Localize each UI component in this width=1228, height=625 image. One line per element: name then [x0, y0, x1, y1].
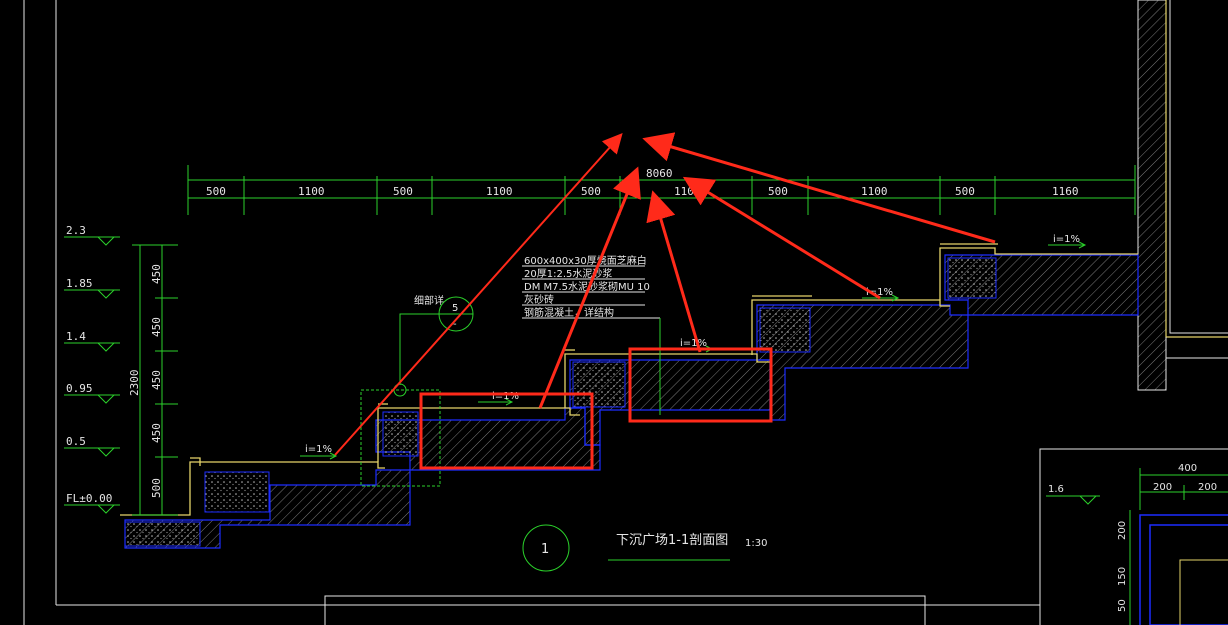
- section-title: 下沉广场1-1剖面图: [616, 533, 728, 548]
- vdim-4: 450: [150, 423, 163, 443]
- dim-seg-7: 500: [768, 185, 788, 198]
- vdim-3: 450: [150, 370, 163, 390]
- cad-section-drawing: 8060 500 1100 500 1100 500 1100 500 1100…: [23, 0, 1228, 625]
- dim-seg-5: 500: [581, 185, 601, 198]
- elevation-fl: FL±0.00: [66, 492, 112, 505]
- total-dimension: 8060: [646, 167, 673, 180]
- slope-label-5: i=1%: [1053, 234, 1080, 245]
- right-vdim-3: 50: [1117, 599, 1128, 612]
- vdim-5: 500: [150, 478, 163, 498]
- dim-seg-9: 500: [955, 185, 975, 198]
- dim-seg-3: 500: [393, 185, 413, 198]
- right-top-dim: 400: [1178, 463, 1197, 474]
- elevation-0.95: 0.95: [66, 382, 93, 395]
- dim-seg-2: 1100: [298, 185, 325, 198]
- arrow-3: [646, 190, 702, 353]
- callout-line-4: 灰砂砖: [524, 293, 554, 306]
- vertical-total: 2300: [128, 370, 141, 397]
- elevation-1.4: 1.4: [66, 330, 86, 343]
- elevation-0.5: 0.5: [66, 435, 86, 448]
- detail-note: 细部详: [414, 294, 444, 307]
- elevation-2.3: 2.3: [66, 224, 86, 237]
- detail-bubble-top: 5: [452, 303, 458, 314]
- slope-label-1: i=1%: [305, 444, 332, 455]
- callout-line-1: 600x400x30厚烧面芝麻白: [524, 254, 647, 267]
- right-vdim-1: 200: [1117, 521, 1128, 540]
- section-scale: 1:30: [745, 538, 767, 549]
- right-sub-dim-2: 200: [1198, 482, 1217, 493]
- elevation-1.85: 1.85: [66, 277, 93, 290]
- section-title-block: [522, 524, 730, 572]
- vdim-2: 450: [150, 317, 163, 337]
- dim-seg-4: 1100: [486, 185, 513, 198]
- dim-seg-1: 500: [206, 185, 226, 198]
- right-elevation: 1.6: [1048, 484, 1064, 495]
- dimension-segments: 500 1100 500 1100 500 1100 500 1100 500 …: [206, 185, 1079, 198]
- right-wall: [1137, 0, 1228, 391]
- dim-seg-10: 1160: [1052, 185, 1079, 198]
- section-number: 1: [541, 542, 549, 557]
- vdim-1: 450: [150, 264, 163, 284]
- right-sub-dim-1: 200: [1153, 482, 1172, 493]
- callout-line-2: 20厚1:2.5水泥砂浆: [524, 267, 612, 280]
- slope-label-3: i=1%: [680, 338, 707, 349]
- right-vdim-2: 150: [1117, 567, 1128, 586]
- callout-line-5: 钢筋混凝土，详结构: [524, 306, 614, 319]
- dim-seg-8: 1100: [861, 185, 888, 198]
